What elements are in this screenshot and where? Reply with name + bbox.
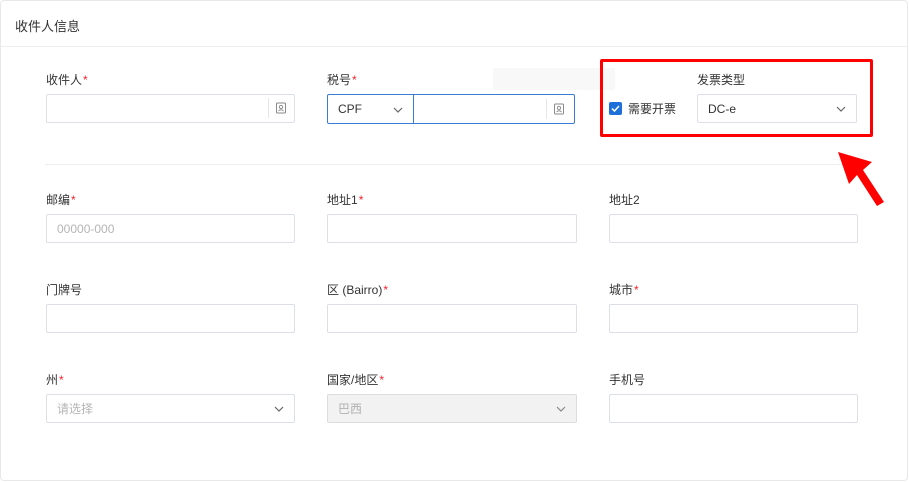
invoice-checkbox-label: 需要开票 bbox=[628, 102, 677, 116]
city-label: 城市* bbox=[609, 283, 639, 297]
check-icon[interactable] bbox=[609, 102, 622, 115]
city-input[interactable] bbox=[609, 304, 858, 333]
phone-input[interactable] bbox=[609, 394, 858, 423]
chevron-down-icon bbox=[836, 104, 846, 114]
zip-input[interactable] bbox=[46, 214, 295, 243]
house-number-input[interactable] bbox=[46, 304, 295, 333]
district-label: 区 (Bairro)* bbox=[327, 283, 389, 297]
chevron-down-icon bbox=[393, 102, 403, 116]
section-divider bbox=[45, 164, 858, 165]
contact-book-icon[interactable] bbox=[546, 99, 570, 119]
district-input[interactable] bbox=[327, 304, 577, 333]
address2-label: 地址2 bbox=[609, 193, 640, 207]
invoice-type-label: 发票类型 bbox=[697, 73, 746, 87]
section-title: 收件人信息 bbox=[1, 1, 907, 47]
phone-label: 手机号 bbox=[609, 373, 646, 387]
arrow-icon bbox=[838, 152, 884, 206]
house-number-label: 门牌号 bbox=[46, 283, 83, 297]
tooltip-ghost bbox=[493, 68, 615, 90]
recipient-input[interactable] bbox=[46, 94, 295, 123]
chevron-down-icon bbox=[556, 404, 566, 414]
address1-input[interactable] bbox=[327, 214, 577, 243]
recipient-label: 收件人* bbox=[46, 73, 88, 87]
invoice-checkbox[interactable]: 需要开票 bbox=[609, 100, 676, 117]
zip-label: 邮编* bbox=[46, 193, 76, 207]
tax-label: 税号* bbox=[327, 73, 357, 87]
country-select: 巴西 bbox=[327, 394, 577, 423]
address2-input[interactable] bbox=[609, 214, 858, 243]
chevron-down-icon bbox=[274, 404, 284, 414]
state-label: 州* bbox=[46, 373, 64, 387]
tax-field-group: CPF bbox=[327, 94, 575, 124]
tax-type-select[interactable]: CPF bbox=[328, 95, 414, 123]
state-select[interactable]: 请选择 bbox=[46, 394, 295, 423]
country-label: 国家/地区* bbox=[327, 373, 385, 387]
address1-label: 地址1* bbox=[327, 193, 364, 207]
invoice-type-select[interactable]: DC-e bbox=[697, 94, 857, 123]
contact-book-icon[interactable] bbox=[268, 98, 292, 118]
